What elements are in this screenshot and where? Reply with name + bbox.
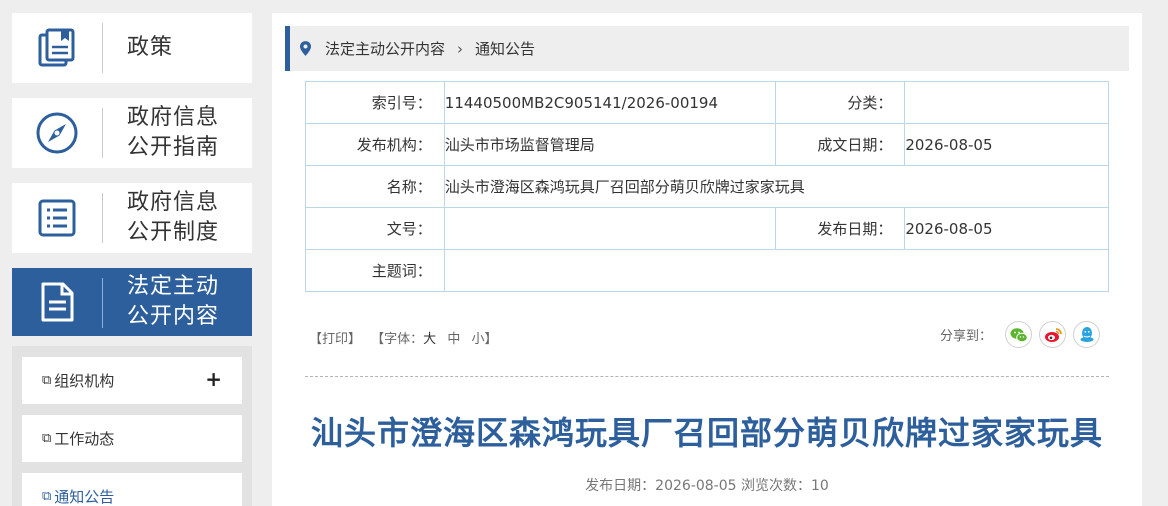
share-bar: 分享到： (940, 321, 1100, 348)
publisher-label: 发布机构： (305, 123, 445, 166)
print-button[interactable]: 【打印】 (309, 332, 361, 347)
sidebar-card-system[interactable]: 政府信息 公开制度 (12, 183, 252, 253)
sidebar-item-work-news[interactable]: ⧉ 工作动态 (22, 415, 242, 462)
index-value: 11440500MB2C905141/2026-00194 (443, 81, 776, 124)
weibo-icon (1044, 327, 1062, 342)
index-label: 索引号： (305, 81, 445, 124)
sidebar-item-organization[interactable]: ⧉ 组织机构 + (22, 357, 242, 404)
sidebar-card-label: 政策 (127, 35, 174, 60)
written-date-value: 2026-08-05 (904, 123, 1109, 166)
divider (102, 108, 103, 158)
policy-book-icon (12, 13, 102, 83)
divider (102, 193, 103, 243)
sidebar-card-statutory[interactable]: 法定主动 公开内容 (12, 268, 252, 336)
keywords-label: 主题词： (305, 249, 445, 292)
chevron-right-icon: › (457, 39, 464, 58)
sidebar-item-label: 通知公告 (54, 488, 115, 506)
sidebar-card-label: 政府信息 公开制度 (127, 190, 220, 245)
sidebar-card-label: 法定主动 公开内容 (127, 274, 220, 329)
name-label: 名称： (305, 165, 445, 208)
qq-icon (1080, 327, 1093, 342)
category-value (904, 81, 1109, 124)
document-small-icon: ⧉ (42, 373, 52, 388)
breadcrumb-item[interactable]: 法定主动公开内容 (325, 38, 445, 59)
divider (305, 376, 1109, 377)
font-size-prefix: 【字体： (371, 332, 424, 347)
article-title: 汕头市澄海区森鸿玩具厂召回部分萌贝欣牌过家家玩具 (310, 414, 1103, 452)
breadcrumb: 法定主动公开内容 › 通知公告 (285, 26, 1129, 71)
table-row: 发布机构： 汕头市市场监督管理局 成文日期： 2026-08-05 (305, 123, 1109, 166)
publisher-value: 汕头市市场监督管理局 (443, 123, 776, 166)
name-value: 汕头市澄海区森鸿玩具厂召回部分萌贝欣牌过家家玩具 (443, 165, 1110, 208)
table-row: 文号： 发布日期： 2026-08-05 (305, 207, 1109, 250)
divider (102, 23, 103, 73)
sidebar-card-policy[interactable]: 政策 (12, 13, 252, 83)
weibo-share-button[interactable] (1039, 321, 1066, 348)
sidebar-item-label: 组织机构 (54, 372, 115, 390)
breadcrumb-item-current[interactable]: 通知公告 (475, 38, 535, 59)
compass-icon (12, 98, 102, 168)
sidebar-card-label: 政府信息 公开指南 (127, 105, 220, 160)
sidebar: 政策 政府信息 公开指南 政府信息 公开制度 法定主动 公开内容 ⧉ 组织机构 … (12, 13, 252, 506)
article-meta: 发布日期：2026-08-05 浏览次数：10 (585, 478, 829, 494)
sidebar-card-guide[interactable]: 政府信息 公开指南 (12, 98, 252, 168)
font-size-suffix: 】 (484, 332, 498, 347)
font-small-button[interactable]: 小 (471, 332, 484, 347)
sidebar-subnav: ⧉ 组织机构 + ⧉ 工作动态 ⧉ 通知公告 (12, 346, 252, 506)
publish-date-label: 发布日期： (774, 207, 906, 250)
qq-share-button[interactable] (1073, 321, 1100, 348)
written-date-label: 成文日期： (774, 123, 906, 166)
article-toolbar: 【打印】 【字体：大 中 小】 (309, 328, 498, 347)
share-label: 分享到： (939, 329, 992, 344)
publish-date-value: 2026-08-05 (904, 207, 1109, 250)
info-table: 索引号： 11440500MB2C905141/2026-00194 分类： 发… (305, 81, 1110, 292)
doc-no-value (443, 207, 776, 250)
wechat-share-button[interactable] (1005, 321, 1032, 348)
document-small-icon: ⧉ (42, 489, 52, 504)
font-medium-button[interactable]: 中 (447, 332, 460, 347)
wechat-icon (1010, 327, 1028, 342)
expand-plus-icon[interactable]: + (205, 369, 222, 389)
sidebar-item-notices[interactable]: ⧉ 通知公告 (22, 473, 242, 506)
list-document-icon (12, 183, 102, 253)
doc-no-label: 文号： (305, 207, 445, 250)
keywords-value (443, 249, 1110, 292)
divider (102, 278, 103, 328)
table-row: 索引号： 11440500MB2C905141/2026-00194 分类： (305, 81, 1109, 124)
category-label: 分类： (774, 81, 906, 124)
location-pin-icon (300, 41, 311, 56)
font-large-button[interactable]: 大 (423, 332, 436, 347)
main-content: 法定主动公开内容 › 通知公告 索引号： 11440500MB2C905141/… (272, 13, 1142, 506)
document-small-icon: ⧉ (42, 431, 52, 446)
table-row: 主题词： (305, 249, 1110, 292)
sidebar-item-label: 工作动态 (54, 430, 115, 448)
document-icon (12, 268, 102, 336)
table-row: 名称： 汕头市澄海区森鸿玩具厂召回部分萌贝欣牌过家家玩具 (305, 165, 1110, 208)
